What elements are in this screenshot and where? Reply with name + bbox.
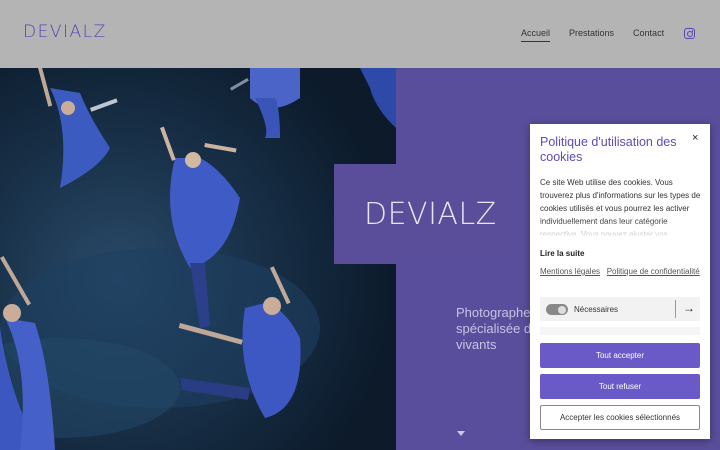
main-nav: Accueil Prestations Contact [521, 28, 683, 42]
caret-down-icon[interactable] [457, 431, 465, 436]
hero-title: DEVIALZ [364, 197, 497, 232]
divider [675, 300, 676, 318]
instagram-icon[interactable] [684, 28, 695, 39]
legal-links: Mentions légales Politique de confidenti… [540, 266, 700, 278]
read-more-link[interactable]: Lire la suite [540, 249, 584, 258]
legal-notice-link[interactable]: Mentions légales [540, 267, 600, 276]
accept-all-button[interactable]: Tout accepter [540, 343, 700, 368]
privacy-policy-link[interactable]: Politique de confidentialité [607, 267, 700, 276]
cookie-category-necessary: Nécessaires → [540, 297, 700, 321]
necessary-label: Nécessaires [574, 305, 619, 314]
nav-item-prestations[interactable]: Prestations [569, 28, 614, 42]
category-list-scroll[interactable] [540, 327, 700, 335]
site-logo[interactable]: DEVIALZ [23, 22, 107, 42]
site-header: DEVIALZ Accueil Prestations Contact [0, 0, 720, 68]
arrow-right-icon[interactable]: → [683, 301, 695, 315]
nav-item-accueil[interactable]: Accueil [521, 28, 551, 42]
necessary-toggle[interactable] [546, 304, 568, 315]
cookie-modal-title: Politique d'utilisation des cookies [540, 135, 677, 164]
accept-selected-button[interactable]: Accepter les cookies sélectionnés [540, 405, 700, 430]
cookie-modal: Politique d'utilisation des cookies × Ce… [530, 124, 710, 439]
text-fade [540, 220, 705, 238]
nav-item-contact[interactable]: Contact [633, 28, 664, 42]
refuse-all-button[interactable]: Tout refuser [540, 374, 700, 399]
close-icon[interactable]: × [692, 132, 698, 144]
